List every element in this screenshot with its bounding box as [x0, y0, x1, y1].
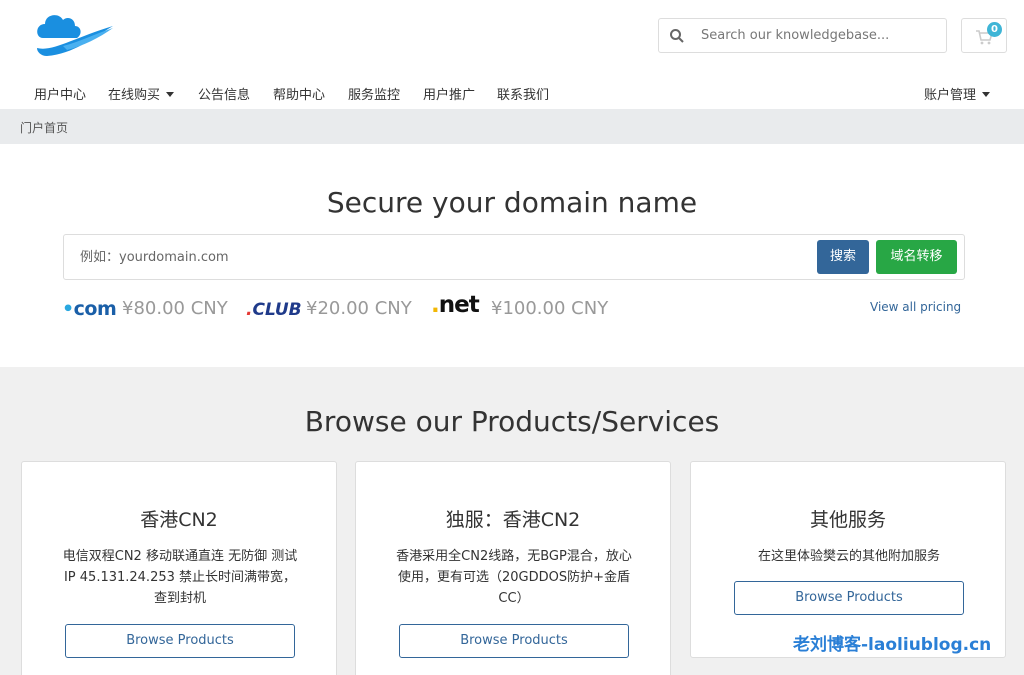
chevron-down-icon: [166, 92, 175, 97]
club-logo: .CLUB: [246, 300, 302, 320]
browse-products-button[interactable]: Browse Products: [65, 624, 295, 658]
products-title: Browse our Products/Services: [304, 405, 720, 438]
chevron-down-icon: [982, 92, 991, 97]
product-card: 香港CN2 电信双程CN2 移动联通直连 无防御 测试IP 45.131.24.…: [21, 461, 337, 675]
nav-item-service-monitor[interactable]: 服务监控: [348, 84, 400, 103]
domain-search-form: 搜索 域名转移: [63, 234, 965, 280]
search-input[interactable]: [693, 20, 941, 51]
nav-item-label: 在线购买: [108, 88, 161, 103]
domain-input[interactable]: [64, 235, 804, 279]
browse-products-button[interactable]: Browse Products: [399, 624, 629, 658]
browse-products-button[interactable]: Browse Products: [734, 581, 964, 615]
card-title: 香港CN2: [140, 509, 218, 531]
nav-item-affiliates[interactable]: 用户推广: [423, 84, 475, 103]
domain-search-title: Secure your domain name: [326, 186, 698, 219]
view-all-pricing-link[interactable]: View all pricing: [870, 300, 961, 314]
domain-transfer-button[interactable]: 域名转移: [876, 240, 957, 274]
card-title: 独服：香港CN2: [445, 509, 581, 531]
nav-item-label: 账户管理: [924, 88, 977, 103]
tld-price: ¥100.00 CNY: [491, 298, 609, 319]
domain-search-button[interactable]: 搜索: [817, 240, 869, 274]
cloud-logo-icon[interactable]: [33, 8, 115, 60]
nav-item-account[interactable]: 账户管理: [924, 84, 991, 103]
search-icon: [670, 29, 684, 43]
nav-item-contact-us[interactable]: 联系我们: [497, 84, 549, 103]
breadcrumb-home[interactable]: 门户首页: [20, 119, 68, 136]
nav-item-user-center[interactable]: 用户中心: [34, 84, 86, 103]
knowledgebase-search: [658, 18, 947, 53]
product-card: 其他服务 在这里体验樊云的其他附加服务 Browse Products: [690, 461, 1006, 658]
cart-button[interactable]: 0: [961, 18, 1007, 53]
net-logo: .net: [431, 292, 480, 318]
watermark-text: 老刘博客-laoliublog.cn: [793, 635, 992, 655]
card-description: 在这里体验樊云的其他附加服务: [757, 549, 940, 564]
breadcrumb: 门户首页: [0, 109, 1024, 144]
main-nav: 用户中心 在线购买 公告信息 帮助中心 服务监控 用户推广 联系我们 账户管理: [0, 75, 1024, 109]
site-header: 0: [0, 0, 1024, 75]
nav-item-help-center[interactable]: 帮助中心: [273, 84, 325, 103]
nav-item-buy-online[interactable]: 在线购买: [108, 84, 175, 103]
product-card: 独服：香港CN2 香港采用全CN2线路，无BGP混合，放心使用，更有可选（20G…: [355, 461, 671, 675]
card-description: 香港采用全CN2线路，无BGP混合，放心使用，更有可选（20GDDOS防护+金盾…: [396, 549, 632, 606]
card-description: 电信双程CN2 移动联通直连 无防御 测试IP 45.131.24.253 禁止…: [62, 549, 298, 606]
tld-price: ¥20.00 CNY: [306, 298, 412, 319]
tld-price: ¥80.00 CNY: [122, 298, 228, 319]
cart-count-badge: 0: [987, 22, 1002, 37]
com-logo: •com: [62, 298, 117, 320]
card-title: 其他服务: [809, 509, 886, 531]
nav-item-announcements[interactable]: 公告信息: [198, 84, 250, 103]
